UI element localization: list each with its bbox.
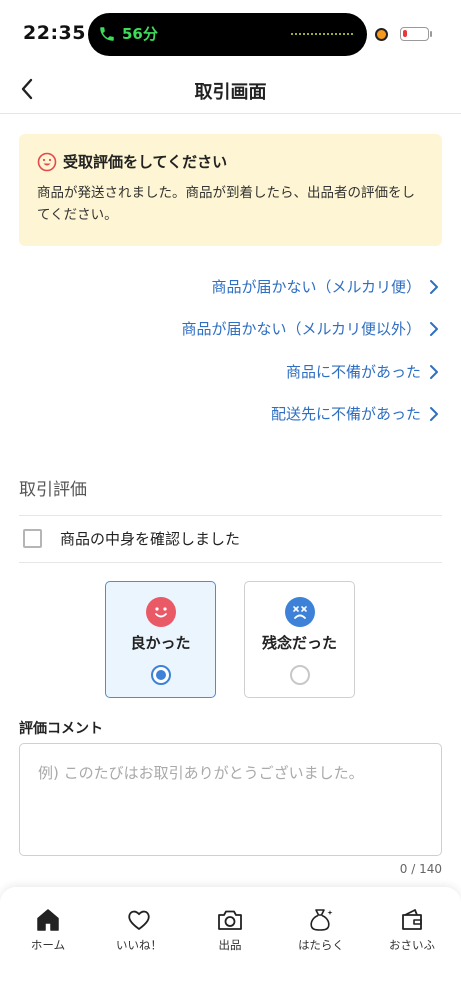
divider xyxy=(19,562,442,563)
link-not-delivered-other[interactable]: 商品が届かない（メルカリ便以外） xyxy=(181,318,439,339)
link-label: 商品が届かない（メルカリ便以外） xyxy=(181,320,421,338)
page-title: 取引画面 xyxy=(194,82,267,103)
navigation-header: 取引画面 xyxy=(0,66,461,114)
battery-tip xyxy=(430,31,432,37)
phone-icon xyxy=(100,26,114,41)
wallet-icon xyxy=(402,909,422,930)
rating-label-good: 良かった xyxy=(130,634,191,652)
home-icon xyxy=(37,909,59,931)
smiley-icon xyxy=(37,152,57,171)
bottom-tab-bar: ホーム いいね！ 出品 はたらく おさいふ xyxy=(0,887,461,999)
confirm-contents-checkbox-row[interactable]: 商品の中身を確認しました xyxy=(23,528,240,549)
review-request-notice: 受取評価をしてください 商品が発送されました。商品が到着したら、出品者の評価をし… xyxy=(19,134,442,246)
chevron-right-icon xyxy=(430,321,438,336)
link-label: 配送先に不備があった xyxy=(270,405,421,423)
tab-wallet[interactable]: おさいふ xyxy=(372,907,452,953)
tab-sell[interactable]: 出品 xyxy=(190,907,270,953)
happy-face-icon xyxy=(146,597,176,627)
dynamic-island[interactable]: 56分 xyxy=(88,13,367,56)
notice-title: 受取評価をしてください xyxy=(63,153,228,171)
battery-icon xyxy=(400,27,429,41)
rating-option-good[interactable]: 良かった xyxy=(105,581,216,698)
status-time: 22:35 xyxy=(23,22,86,44)
comment-character-counter: 0 / 140 xyxy=(399,862,442,876)
link-label: 商品に不備があった xyxy=(285,363,421,381)
tab-label: ホーム xyxy=(30,938,66,952)
comment-label: 評価コメント xyxy=(19,721,103,737)
chevron-right-icon xyxy=(430,364,438,379)
divider xyxy=(19,515,442,516)
rating-radio-good[interactable] xyxy=(151,665,171,685)
camera-icon xyxy=(218,910,242,930)
heart-icon xyxy=(128,910,150,930)
chevron-right-icon xyxy=(430,406,438,421)
confirm-contents-checkbox[interactable] xyxy=(23,529,42,548)
money-bag-icon xyxy=(310,909,333,931)
status-bar: 22:35 56分 xyxy=(0,0,461,66)
section-title-review: 取引評価 xyxy=(19,480,87,500)
tab-work[interactable]: はたらく xyxy=(281,907,361,953)
tab-label: おさいふ xyxy=(389,938,435,952)
chevron-right-icon xyxy=(430,279,438,294)
battery-level xyxy=(403,30,407,37)
link-address-defect[interactable]: 配送先に不備があった xyxy=(271,403,439,424)
tab-likes[interactable]: いいね！ xyxy=(99,907,179,953)
tab-label: はたらく xyxy=(298,938,344,952)
call-indicator[interactable]: 56分 xyxy=(98,23,158,44)
recording-indicator-icon xyxy=(375,28,388,41)
link-item-defect[interactable]: 商品に不備があった xyxy=(286,361,439,382)
audio-waveform-icon xyxy=(291,33,353,35)
rating-radio-bad[interactable] xyxy=(290,665,310,685)
confirm-contents-label: 商品の中身を確認しました xyxy=(60,530,241,548)
review-comment-input[interactable] xyxy=(19,743,442,856)
tab-label: 出品 xyxy=(218,938,242,952)
rating-label-bad: 残念だった xyxy=(261,634,337,652)
sad-face-icon xyxy=(285,597,315,627)
link-label: 商品が届かない（メルカリ便） xyxy=(211,278,421,296)
link-not-delivered-mercari[interactable]: 商品が届かない（メルカリ便） xyxy=(211,276,439,297)
tab-home[interactable]: ホーム xyxy=(8,907,88,953)
tab-label: いいね！ xyxy=(116,938,162,952)
rating-option-bad[interactable]: 残念だった xyxy=(244,581,355,698)
call-duration: 56分 xyxy=(122,25,158,43)
notice-body: 商品が発送されました。商品が到着したら、出品者の評価をしてください。 xyxy=(37,185,415,223)
